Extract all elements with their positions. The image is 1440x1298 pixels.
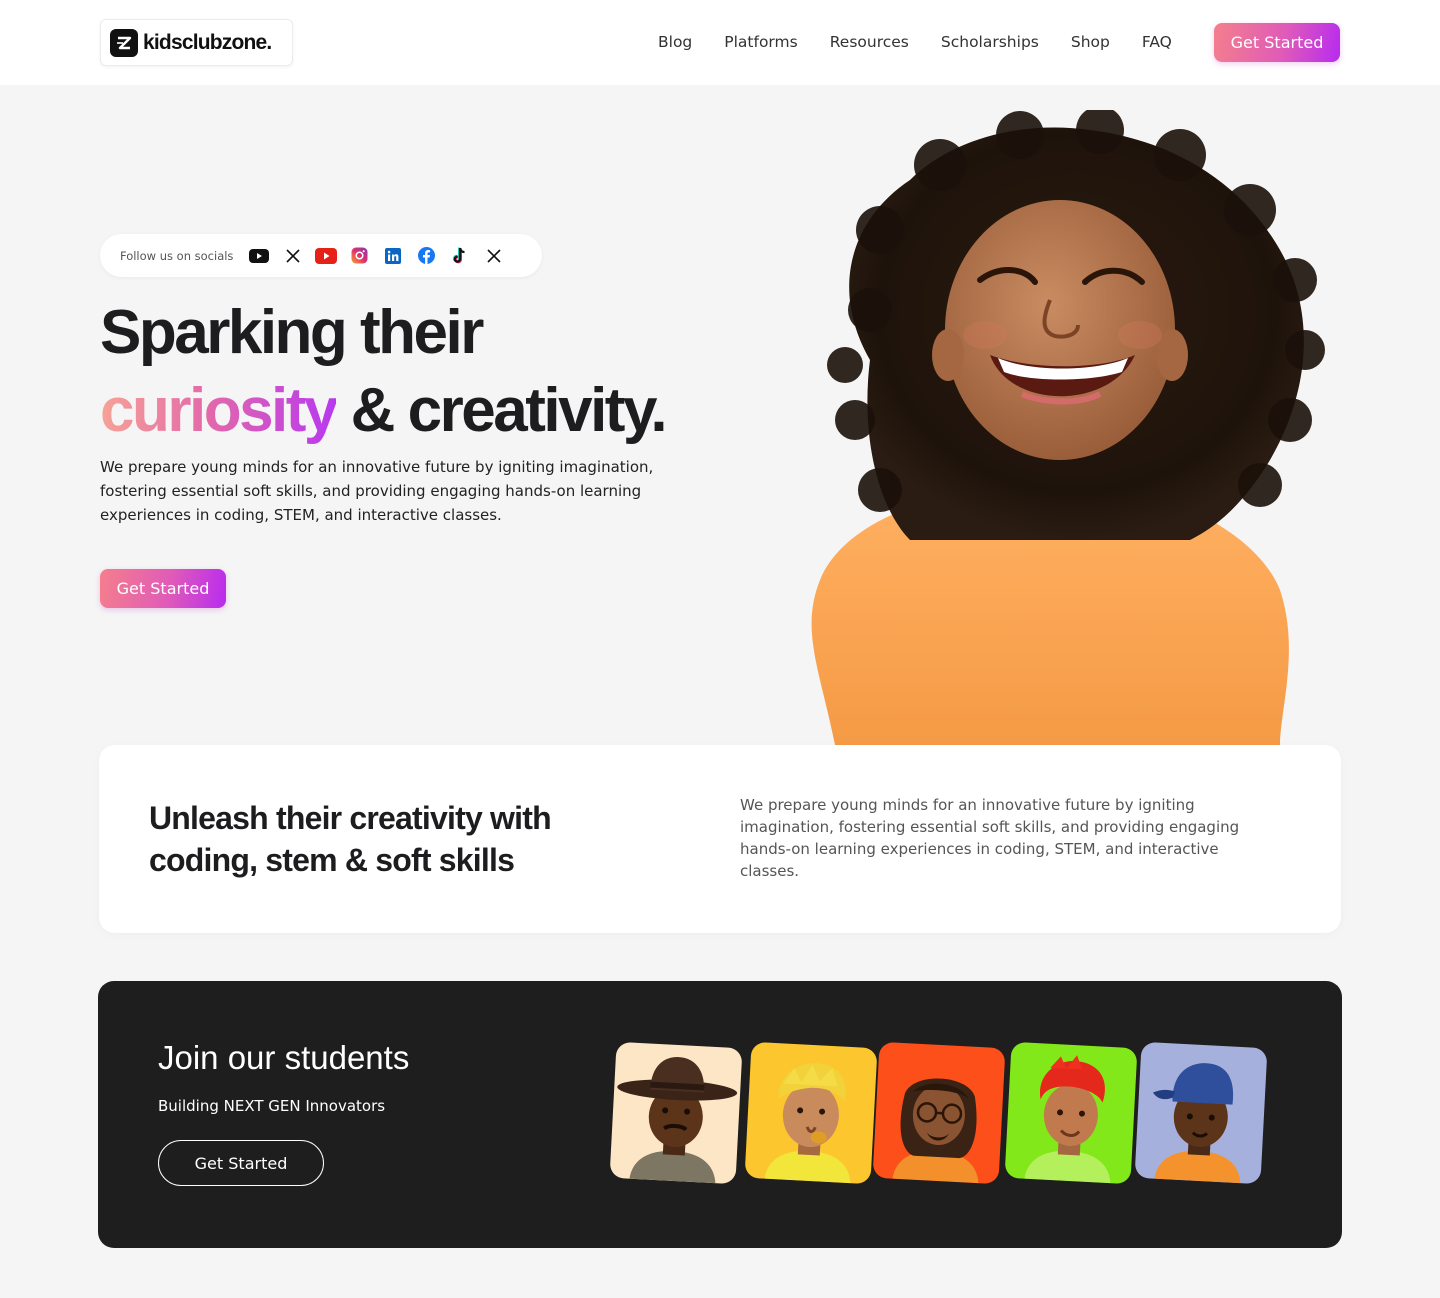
youtube-icon[interactable]	[247, 244, 271, 268]
hero-title-rest: & creativity.	[335, 376, 668, 445]
join-subtitle: Building NEXT GEN Innovators	[158, 1097, 386, 1115]
x-icon[interactable]	[482, 244, 506, 268]
facebook-icon[interactable]	[415, 244, 439, 268]
nav-shop[interactable]: Shop	[1071, 31, 1110, 53]
hero-get-started-button[interactable]: Get Started	[100, 569, 226, 608]
hero-girl-image	[760, 106, 1340, 745]
x-icon[interactable]	[281, 244, 305, 268]
student-avatar-cap	[1134, 1041, 1268, 1185]
student-avatar-cowboy	[609, 1041, 743, 1185]
nav-platforms[interactable]: Platforms	[724, 31, 797, 53]
nav-blog[interactable]: Blog	[658, 31, 692, 53]
feature-card: Unleash their creativity with coding, st…	[99, 745, 1341, 933]
student-avatar-redhair	[1004, 1041, 1138, 1185]
hero-description: We prepare young minds for an innovative…	[100, 458, 654, 524]
header-get-started-button[interactable]: Get Started	[1214, 23, 1340, 62]
socials-bar: Follow us on socials	[100, 234, 542, 277]
nav-faq[interactable]: FAQ	[1142, 31, 1172, 53]
socials-label: Follow us on socials	[120, 248, 234, 263]
logo-mark-icon	[110, 28, 138, 57]
main-nav: Blog Platforms Resources Scholarships Sh…	[658, 31, 1204, 53]
nav-resources[interactable]: Resources	[830, 31, 909, 53]
nav-scholarships[interactable]: Scholarships	[941, 31, 1039, 53]
site-header: kidsclubzone. Blog Platforms Resources S…	[0, 0, 1440, 85]
join-get-started-button[interactable]: Get Started	[158, 1140, 324, 1186]
student-avatar-blond	[744, 1041, 878, 1185]
hero-title-highlight: curiosity	[100, 376, 338, 445]
youtube-icon[interactable]	[314, 244, 338, 268]
hero-title: Sparking their curiosity & creativity.	[100, 294, 740, 450]
feature-description: We prepare young minds for an innovative…	[740, 796, 1240, 880]
logo[interactable]: kidsclubzone.	[100, 19, 293, 66]
hero-title-line1: Sparking their	[100, 298, 484, 367]
instagram-icon[interactable]	[348, 244, 372, 268]
linkedin-icon[interactable]	[381, 244, 405, 268]
join-title: Join our students	[158, 1039, 410, 1076]
feature-title: Unleash their creativity with coding, st…	[149, 800, 552, 878]
student-avatar-glasses	[872, 1041, 1006, 1185]
logo-text: kidsclubzone.	[143, 30, 272, 54]
tiktok-icon[interactable]	[448, 244, 472, 268]
join-banner: Join our students Building NEXT GEN Inno…	[98, 981, 1342, 1248]
